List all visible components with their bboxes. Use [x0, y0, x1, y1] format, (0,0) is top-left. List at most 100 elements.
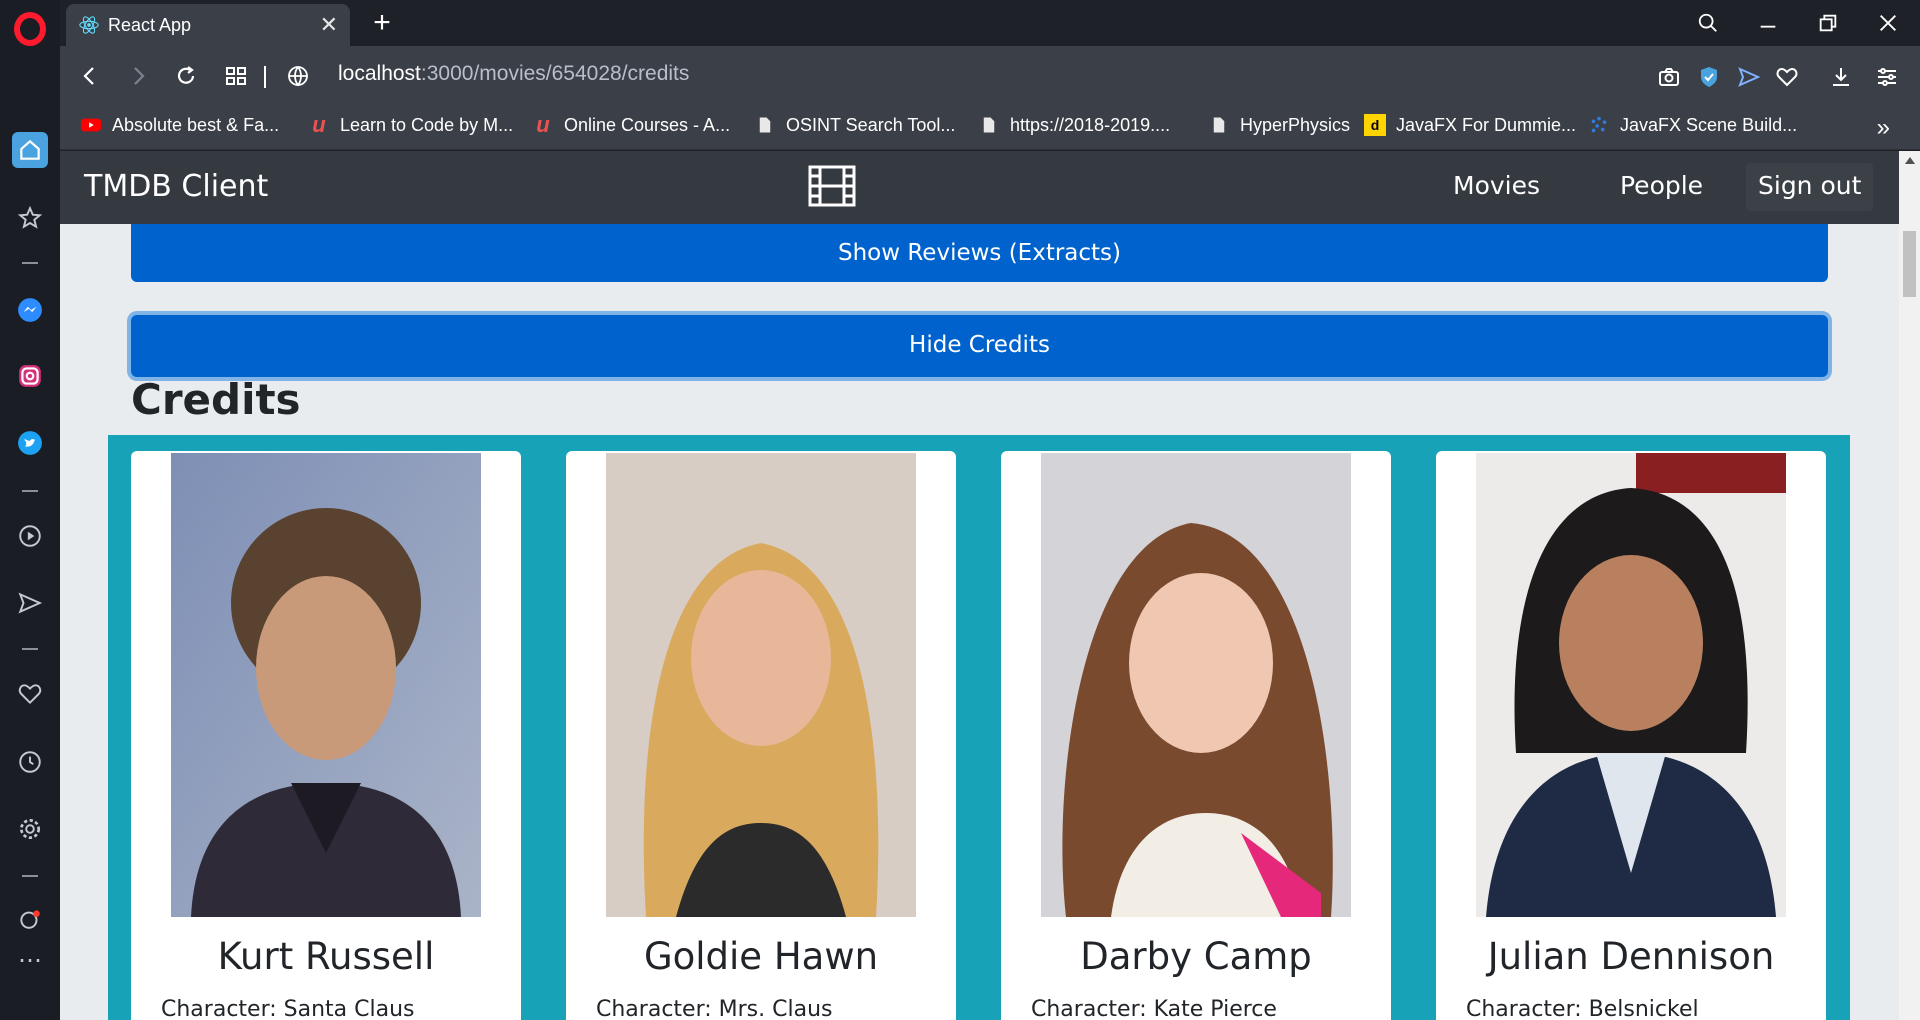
- forward-icon[interactable]: [122, 60, 154, 92]
- gluon-icon: [1588, 114, 1610, 136]
- bookmark-item[interactable]: u Online Courses - A...: [532, 112, 731, 137]
- flow-send-icon[interactable]: [1732, 60, 1766, 94]
- page-icon: [754, 114, 776, 136]
- credit-card[interactable]: Julian Dennison Character: Belsnickel: [1436, 451, 1826, 1020]
- address-divider: [264, 66, 266, 88]
- send-icon[interactable]: [12, 585, 48, 621]
- tabs-grid-icon[interactable]: [220, 60, 252, 92]
- tab-react-app[interactable]: React App ✕: [66, 4, 350, 46]
- globe-icon[interactable]: [282, 60, 314, 92]
- bookmark-label: JavaFX For Dummie...: [1396, 114, 1577, 135]
- more-bookmarks-button[interactable]: »: [1877, 114, 1890, 142]
- show-reviews-button[interactable]: Show Reviews (Extracts): [131, 224, 1828, 282]
- messenger-icon[interactable]: [12, 292, 48, 328]
- download-icon[interactable]: [1824, 60, 1858, 94]
- settings-icon[interactable]: [12, 811, 48, 847]
- back-icon[interactable]: [74, 60, 106, 92]
- hide-credits-button[interactable]: Hide Credits: [131, 315, 1828, 377]
- page-viewport: TMDB Client Movies People Sign out Show …: [60, 151, 1899, 1020]
- star-icon[interactable]: [12, 200, 48, 236]
- bookmark-item[interactable]: u Learn to Code by M...: [308, 112, 514, 137]
- character-name: Character: Mrs. Claus: [596, 997, 833, 1020]
- sign-out-button[interactable]: Sign out: [1746, 163, 1874, 211]
- react-icon: [79, 16, 99, 34]
- actor-name: Goldie Hawn: [643, 935, 879, 978]
- bookmark-item[interactable]: https://2018-2019....: [978, 114, 1170, 136]
- actor-photo: [1476, 453, 1786, 917]
- new-tab-button[interactable]: +: [366, 8, 398, 40]
- restore-icon[interactable]: [1810, 8, 1846, 38]
- scroll-thumb[interactable]: [1903, 231, 1916, 297]
- page-icon: [1208, 114, 1230, 136]
- url-field[interactable]: localhost:3000/movies/654028/credits: [338, 62, 689, 86]
- bookmark-item[interactable]: HyperPhysics: [1208, 114, 1350, 136]
- home-icon[interactable]: [12, 132, 48, 168]
- youtube-icon: [80, 114, 102, 136]
- address-bar: localhost:3000/movies/654028/credits: [60, 46, 1920, 106]
- credit-card[interactable]: Goldie Hawn Character: Mrs. Claus: [566, 451, 956, 1020]
- favorite-heart-icon[interactable]: [1770, 60, 1804, 94]
- credit-card[interactable]: Kurt Russell Character: Santa Claus: [131, 451, 521, 1020]
- search-tabs-icon[interactable]: [1690, 8, 1726, 38]
- url-path: :3000/movies/654028/credits: [420, 62, 690, 85]
- character-name: Character: Kate Pierce: [1031, 997, 1277, 1020]
- sidebar-divider: [22, 490, 38, 492]
- heart-icon[interactable]: [12, 676, 48, 712]
- scroll-up-arrow-icon[interactable]: [1905, 157, 1915, 164]
- player-icon[interactable]: [12, 518, 48, 554]
- actor-name: Kurt Russell: [217, 935, 435, 978]
- character-name: Character: Santa Claus: [161, 997, 415, 1020]
- close-tab-icon[interactable]: ✕: [320, 12, 338, 38]
- twitter-icon[interactable]: [12, 425, 48, 461]
- dummies-icon: d: [1364, 114, 1386, 136]
- easy-setup-icon[interactable]: [1870, 60, 1904, 94]
- reload-icon[interactable]: [170, 60, 202, 92]
- character-name: Character: Belsnickel: [1466, 997, 1699, 1020]
- opera-logo-icon[interactable]: [14, 12, 46, 46]
- bookmark-label: Online Courses - A...: [564, 114, 731, 135]
- camera-icon[interactable]: [1652, 60, 1686, 94]
- credits-heading: Credits: [131, 375, 301, 424]
- bookmark-label: OSINT Search Tool...: [786, 114, 956, 135]
- sidebar-divider: [22, 648, 38, 650]
- app-navbar: TMDB Client Movies People Sign out: [60, 151, 1899, 224]
- tab-title: React App: [108, 14, 192, 35]
- bookmark-item[interactable]: OSINT Search Tool...: [754, 114, 955, 136]
- minimize-icon[interactable]: [1750, 8, 1786, 38]
- bookmark-label: Learn to Code by M...: [340, 114, 514, 135]
- vpn-shield-icon[interactable]: [1692, 60, 1726, 94]
- bookmark-label: HyperPhysics: [1240, 114, 1351, 135]
- credits-grid: Kurt Russell Character: Santa Claus Gold…: [108, 435, 1850, 1020]
- actor-photo: [171, 453, 481, 917]
- url-host: localhost: [338, 62, 421, 85]
- nav-people-link[interactable]: People: [1620, 171, 1703, 200]
- actor-photo: [606, 453, 916, 917]
- bookmark-item[interactable]: JavaFX Scene Build...: [1588, 114, 1797, 136]
- page-icon: [978, 114, 1000, 136]
- udemy-icon: u: [312, 112, 326, 137]
- bookmark-label: JavaFX Scene Build...: [1620, 114, 1798, 135]
- udemy-icon: u: [536, 112, 550, 137]
- brand-title[interactable]: TMDB Client: [84, 169, 268, 204]
- more-options-icon[interactable]: ⋯: [12, 942, 48, 978]
- actor-photo: [1041, 453, 1351, 917]
- bookmark-item[interactable]: d JavaFX For Dummie...: [1364, 114, 1576, 136]
- actor-name: Darby Camp: [1080, 935, 1312, 978]
- bookmark-label: https://2018-2019....: [1010, 114, 1171, 135]
- actor-name: Julian Dennison: [1487, 935, 1775, 978]
- bookmarks-bar: Absolute best & Fa... u Learn to Code by…: [60, 106, 1920, 150]
- film-icon: [808, 165, 856, 207]
- close-window-icon[interactable]: [1870, 8, 1906, 38]
- credit-card[interactable]: Darby Camp Character: Kate Pierce: [1001, 451, 1391, 1020]
- history-icon[interactable]: [12, 744, 48, 780]
- bookmark-label: Absolute best & Fa...: [112, 114, 280, 135]
- instagram-icon[interactable]: [12, 358, 48, 394]
- bookmark-item[interactable]: Absolute best & Fa...: [80, 114, 279, 136]
- nav-movies-link[interactable]: Movies: [1453, 171, 1540, 200]
- opera-sidebar: ⋯: [0, 0, 60, 1020]
- page-scrollbar[interactable]: [1899, 151, 1920, 1020]
- notifications-icon[interactable]: [12, 900, 48, 936]
- sidebar-divider: [22, 875, 38, 877]
- tab-strip: React App ✕ +: [60, 0, 1920, 46]
- sidebar-divider: [22, 262, 38, 264]
